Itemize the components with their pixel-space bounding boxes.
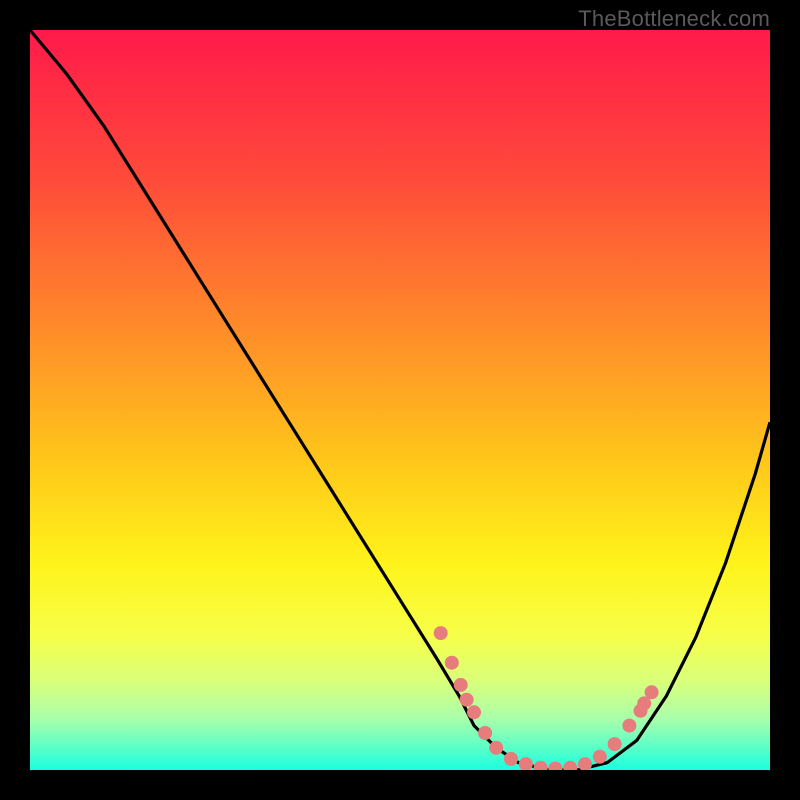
chart-frame: TheBottleneck.com (0, 0, 800, 800)
data-marker (467, 705, 481, 719)
data-marker (608, 737, 622, 751)
data-marker (593, 750, 607, 764)
data-marker (548, 762, 562, 771)
data-marker (519, 757, 533, 770)
bottleneck-curve (30, 30, 770, 770)
plot-area (30, 30, 770, 770)
curve-layer (30, 30, 770, 770)
data-marker (645, 685, 659, 699)
data-marker (563, 761, 577, 770)
data-marker (454, 678, 468, 692)
data-marker (578, 757, 592, 770)
data-marker (460, 693, 474, 707)
watermark-text: TheBottleneck.com (578, 6, 770, 32)
data-marker (445, 656, 459, 670)
data-marker (504, 752, 518, 766)
data-marker (634, 704, 648, 718)
data-marker (478, 726, 492, 740)
data-marker (489, 741, 503, 755)
data-marker (434, 626, 448, 640)
data-marker (622, 719, 636, 733)
data-marker (534, 761, 548, 770)
